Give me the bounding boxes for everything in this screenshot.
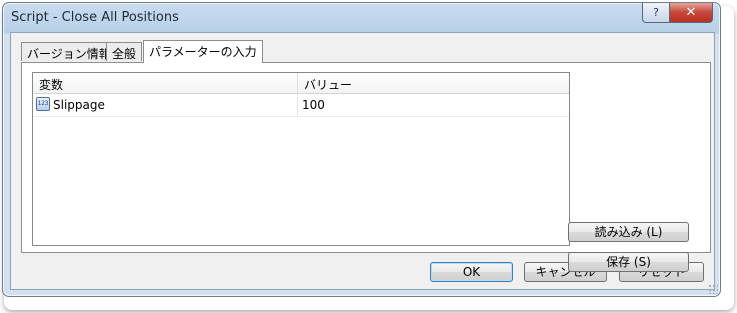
- ok-button[interactable]: OK: [430, 262, 513, 282]
- column-separator[interactable]: [297, 73, 298, 93]
- caption-buttons: ? ✕: [642, 3, 713, 23]
- column-header-variable[interactable]: 変数: [39, 76, 63, 93]
- title-bar[interactable]: Script - Close All Positions ? ✕: [3, 3, 720, 31]
- save-button[interactable]: 保存 (S): [568, 252, 689, 272]
- tab-parameters[interactable]: パラメーターの入力: [143, 40, 263, 63]
- list-header: 変数 バリュー: [33, 73, 569, 94]
- help-button[interactable]: ?: [642, 3, 670, 23]
- window-title: Script - Close All Positions: [11, 10, 179, 25]
- parameter-list[interactable]: 変数 バリュー 123 Slippage 100: [32, 72, 570, 246]
- cell-separator: [297, 94, 298, 116]
- integer-type-icon: 123: [36, 97, 50, 111]
- parameter-name: Slippage: [53, 98, 105, 112]
- table-row[interactable]: 123 Slippage 100: [33, 94, 569, 117]
- resize-grip-icon[interactable]: [708, 284, 718, 294]
- column-header-value[interactable]: バリュー: [304, 76, 352, 93]
- tab-version-info[interactable]: バージョン情報: [21, 42, 117, 61]
- dialog-window: Script - Close All Positions ? ✕ バージョン情報…: [2, 2, 721, 297]
- load-button[interactable]: 読み込み (L): [568, 222, 689, 242]
- tab-general[interactable]: 全般: [106, 42, 143, 61]
- parameters-panel: 変数 バリュー 123 Slippage 100 読み込み (L) 保存 (S): [21, 62, 711, 272]
- dialog-client-area: バージョン情報 全般 パラメーターの入力 変数 バリュー 123 Slippag…: [10, 32, 715, 290]
- close-icon[interactable]: ✕: [670, 3, 713, 23]
- parameter-value[interactable]: 100: [302, 98, 325, 112]
